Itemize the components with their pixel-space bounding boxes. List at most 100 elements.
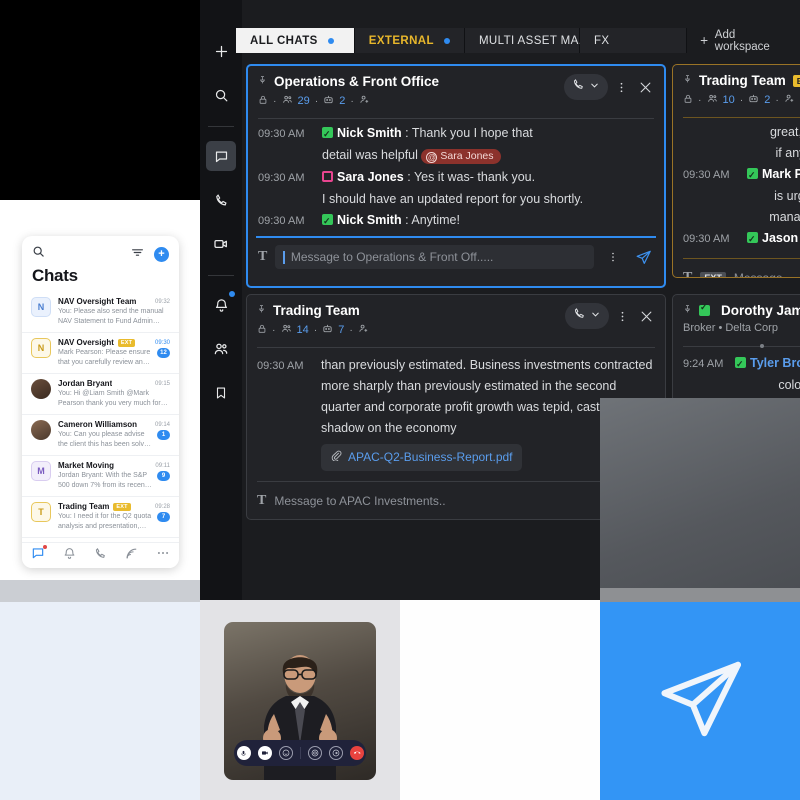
chat-time: 09:11 [155,462,170,469]
call-actions-pill[interactable] [564,74,608,100]
tab-unread-dot [327,37,334,44]
close-icon[interactable] [634,76,656,98]
chat-panel-operations[interactable]: Operations & Front Office · 29 · 2 · 09:… [246,64,666,288]
message-body: Sara Jones : Yes it was- thank you. [322,167,654,189]
more-tab-icon[interactable] [156,546,170,565]
list-item[interactable]: N NAV Oversight Team 09:32 You: Please a… [22,292,179,333]
message-row: 09:30 AM than previously estimated. Busi… [257,355,655,471]
panel-title: Trading Team [699,73,786,88]
share-screen-button[interactable] [328,746,343,760]
tab-label: FX [593,34,610,47]
avatar [31,420,51,440]
chats-tab-icon[interactable] [31,545,47,565]
message-sender[interactable]: Tyler Brow [750,356,800,370]
add-workspace-button[interactable]: Add workspace [686,28,800,53]
mobile-chat-app: + Chats N NAV Oversight Team 09:32 You: … [22,236,179,568]
message-sender[interactable]: Sara Jones [337,170,404,184]
chat-time: 09:30 [154,339,170,346]
feed-tab-icon[interactable] [125,547,138,565]
chat-button[interactable] [307,746,322,760]
bg-block-grey-overlay [600,398,800,600]
pin-icon[interactable] [683,73,692,88]
chat-preview: You: Hi @Liam Smith @Mark Pearson thank … [58,390,161,407]
list-item[interactable]: M Market Moving 09:11 Jordan Bryant: Wit… [22,456,179,497]
message-text: color Doro [778,378,800,392]
contacts-icon[interactable] [206,334,236,364]
compose-bar: T EXT Message [673,259,800,277]
close-icon[interactable] [635,305,657,327]
time-spacer [258,145,314,167]
video-call-card[interactable] [224,622,376,780]
add-chat-icon[interactable]: + [154,246,169,262]
workspace-tabs: ALL CHATS EXTERNAL MULTI ASSET MA... FX … [236,28,800,53]
members-icon [282,94,293,108]
chevron-down-icon[interactable] [589,78,600,96]
message-row-cont: if any addit [683,143,800,164]
text-format-icon[interactable]: T [258,249,267,265]
text-format-icon[interactable]: T [683,270,692,277]
end-call-button[interactable] [349,746,364,760]
mic-button[interactable] [236,746,251,760]
mobile-page-title: Chats [32,266,78,285]
message-input[interactable]: Message to APAC Investments.. [274,489,655,513]
notification-dot [229,291,235,297]
tab-multi-asset[interactable]: MULTI ASSET MA... [464,28,589,53]
bookmarks-icon[interactable] [206,378,236,408]
bg-block-top-left [0,0,200,200]
pin-icon[interactable] [257,303,266,318]
filter-icon[interactable] [131,245,144,263]
list-item[interactable]: T Trading Team EXT 09:28 You: I need it … [22,497,179,538]
send-button[interactable] [632,246,654,268]
message-time: 09:30 AM [683,233,730,245]
new-item-icon[interactable] [206,36,236,66]
add-member-icon[interactable] [359,94,370,108]
phone-icon[interactable] [572,78,585,96]
mobile-chat-list[interactable]: N NAV Oversight Team 09:32 You: Please a… [22,292,179,568]
attachment-chip[interactable]: APAC-Q2-Business-Report.pdf [321,444,522,471]
compose-more-icon[interactable] [602,246,624,268]
chevron-down-icon[interactable] [590,307,601,325]
video-icon[interactable] [206,229,236,259]
message-sender[interactable]: Nick Smith [337,213,402,227]
message-input-placeholder: Message to Operations & Front Off..... [290,250,494,264]
text-format-icon[interactable]: T [257,493,266,509]
add-member-icon[interactable] [784,93,795,107]
at-icon: @ [426,152,438,163]
members-icon [707,93,718,107]
call-actions-pill[interactable] [565,303,609,329]
pin-icon[interactable] [683,303,692,318]
calls-tab-icon[interactable] [94,547,107,565]
alerts-tab-icon[interactable] [63,547,76,565]
panel-title: Dorothy James [721,303,800,318]
message-sender[interactable]: Jason Bet [762,231,800,245]
avatar: N [31,338,51,358]
message-input[interactable]: Message [734,266,800,277]
search-icon[interactable] [32,245,45,263]
add-member-icon[interactable] [358,323,369,337]
chat-panel-trading-team-ext[interactable]: Trading Team EXT · 10 · 2 · [672,64,800,278]
tab-all-chats[interactable]: ALL CHATS [236,28,355,53]
list-item[interactable]: N NAV Oversight EXT 09:30 Mark Pearson: … [22,333,179,374]
pin-icon[interactable] [258,74,267,89]
more-options-icon[interactable] [611,305,633,327]
mention-chip[interactable]: @ Sara Jones [421,149,501,164]
message-body: Jason Bet [747,228,800,250]
list-item[interactable]: Cameron Williamson 09:14 You: Can you pl… [22,415,179,456]
list-item[interactable]: Jordan Bryant 09:15 You: Hi @Liam Smith … [22,374,179,415]
notifications-icon[interactable] [206,290,236,320]
tab-external[interactable]: EXTERNAL [354,28,465,53]
phone-icon[interactable] [573,307,586,325]
presence-online-icon [747,229,758,250]
message-text-line2: I should have an updated report for you … [322,192,584,206]
more-options-icon[interactable] [610,76,632,98]
message-sender[interactable]: Mark Pea [762,167,800,181]
camera-button[interactable] [257,746,272,760]
chats-icon[interactable] [206,141,236,171]
emoji-button[interactable] [278,746,293,760]
unread-badge: 7 [157,512,170,522]
search-icon[interactable] [206,80,236,110]
message-sender[interactable]: Nick Smith [337,126,402,140]
message-input[interactable]: Message to Operations & Front Off..... [275,245,594,269]
tab-fx[interactable]: FX [579,28,687,53]
calls-icon[interactable] [206,185,236,215]
